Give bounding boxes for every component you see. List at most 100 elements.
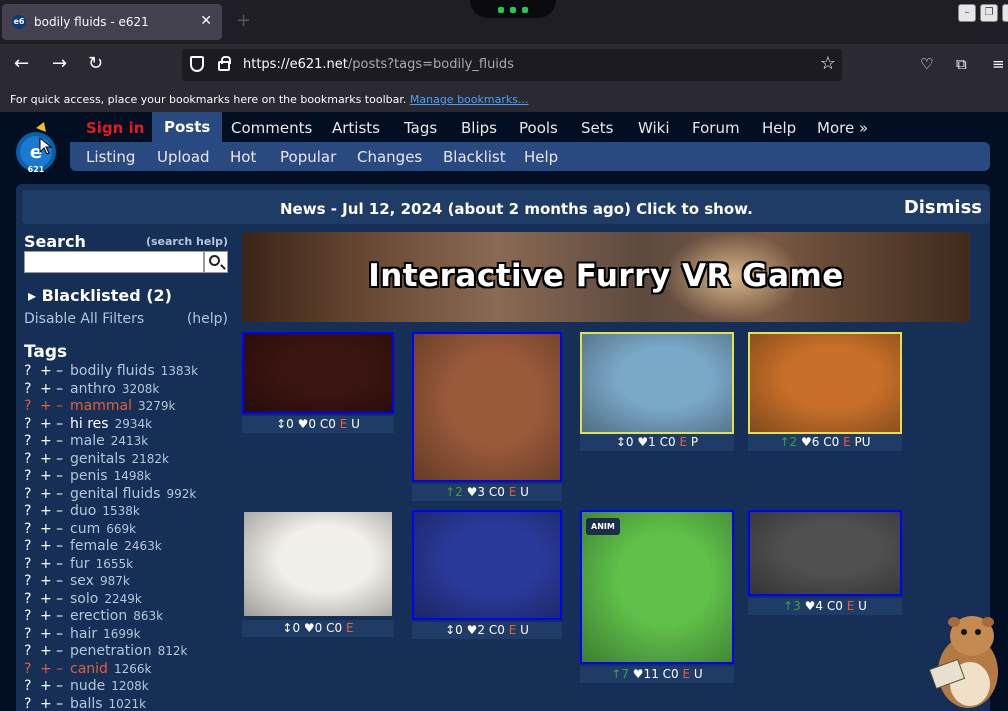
tag-wiki-link[interactable]: ?: [24, 468, 40, 484]
blacklisted-toggle[interactable]: ▸ Blacklisted (2): [28, 286, 172, 305]
post-thumbnail[interactable]: [580, 332, 734, 434]
pocket-icon[interactable]: ♡: [920, 54, 933, 74]
subnav-upload[interactable]: Upload: [157, 148, 210, 166]
tag-add-remove[interactable]: + –: [40, 398, 70, 414]
tag-name-link[interactable]: penis: [70, 468, 108, 484]
post-thumbnail[interactable]: [748, 332, 902, 434]
tag-add-remove[interactable]: + –: [40, 381, 70, 397]
nav-artists[interactable]: Artists: [332, 119, 380, 137]
tag-add-remove[interactable]: + –: [40, 608, 70, 624]
tag-add-remove[interactable]: + –: [40, 643, 70, 659]
e621-logo-icon[interactable]: e 621: [14, 120, 62, 176]
news-message[interactable]: News - Jul 12, 2024 (about 2 months ago)…: [280, 200, 753, 218]
post-image[interactable]: [750, 512, 900, 594]
address-bar[interactable]: https://e621.net/posts?tags=bodily_fluid…: [182, 49, 842, 81]
tag-name-link[interactable]: hair: [70, 626, 97, 642]
news-bar[interactable]: News - Jul 12, 2024 (about 2 months ago)…: [22, 190, 990, 224]
tag-name-link[interactable]: cum: [70, 521, 100, 537]
tag-add-remove[interactable]: + –: [40, 696, 70, 711]
search-button[interactable]: [204, 251, 228, 273]
tag-add-remove[interactable]: + –: [40, 468, 70, 484]
tag-wiki-link[interactable]: ?: [24, 696, 40, 711]
tag-name-link[interactable]: nude: [70, 678, 105, 694]
tag-wiki-link[interactable]: ?: [24, 643, 40, 659]
dismiss-button[interactable]: Dismiss: [904, 197, 982, 218]
post-thumbnail[interactable]: [748, 510, 902, 596]
post-thumbnail[interactable]: [412, 510, 562, 620]
subnav-listing[interactable]: Listing: [86, 148, 135, 166]
subnav-changes[interactable]: Changes: [357, 148, 422, 166]
tag-wiki-link[interactable]: ?: [24, 381, 40, 397]
tag-wiki-link[interactable]: ?: [24, 521, 40, 537]
tag-name-link[interactable]: duo: [70, 503, 96, 519]
tag-name-link[interactable]: genitals: [70, 451, 126, 467]
tag-name-link[interactable]: balls: [70, 696, 103, 711]
tag-name-link[interactable]: anthro: [70, 381, 116, 397]
tag-add-remove[interactable]: + –: [40, 451, 70, 467]
search-help-link[interactable]: (search help): [146, 235, 228, 248]
manage-bookmarks-link[interactable]: Manage bookmarks...: [410, 93, 529, 106]
tag-wiki-link[interactable]: ?: [24, 363, 40, 379]
blacklist-help-link[interactable]: (help): [187, 311, 228, 327]
tag-name-link[interactable]: mammal: [70, 398, 132, 414]
disable-filters-link[interactable]: Disable All Filters: [24, 311, 144, 327]
tag-wiki-link[interactable]: ?: [24, 608, 40, 624]
tag-wiki-link[interactable]: ?: [24, 503, 40, 519]
post-image[interactable]: [244, 334, 392, 412]
tag-add-remove[interactable]: + –: [40, 416, 70, 432]
tab-close-icon[interactable]: ✕: [200, 13, 212, 29]
nav-wiki[interactable]: Wiki: [638, 119, 670, 137]
shield-icon[interactable]: [190, 56, 204, 72]
tag-wiki-link[interactable]: ?: [24, 591, 40, 607]
tag-add-remove[interactable]: + –: [40, 626, 70, 642]
tag-add-remove[interactable]: + –: [40, 521, 70, 537]
restore-icon[interactable]: ❐: [980, 4, 998, 22]
url-text[interactable]: https://e621.net/posts?tags=bodily_fluid…: [243, 57, 514, 72]
tag-add-remove[interactable]: + –: [40, 556, 70, 572]
tag-add-remove[interactable]: + –: [40, 486, 70, 502]
tag-name-link[interactable]: canid: [70, 661, 108, 677]
tag-wiki-link[interactable]: ?: [24, 416, 40, 432]
subnav-popular[interactable]: Popular: [280, 148, 336, 166]
post-image[interactable]: [750, 334, 900, 432]
post-thumbnail[interactable]: [242, 332, 394, 414]
search-input[interactable]: [24, 251, 204, 273]
tag-name-link[interactable]: fur: [70, 556, 90, 572]
tag-name-link[interactable]: erection: [70, 608, 127, 624]
tag-add-remove[interactable]: + –: [40, 538, 70, 554]
forward-icon[interactable]: →: [52, 54, 67, 74]
ad-banner[interactable]: Interactive Furry VR Game: [242, 232, 970, 322]
subnav-blacklist[interactable]: Blacklist: [443, 148, 506, 166]
nav-pools[interactable]: Pools: [519, 119, 558, 137]
tag-add-remove[interactable]: + –: [40, 661, 70, 677]
tag-wiki-link[interactable]: ?: [24, 678, 40, 694]
back-icon[interactable]: ←: [14, 54, 29, 74]
tag-add-remove[interactable]: + –: [40, 678, 70, 694]
tag-add-remove[interactable]: + –: [40, 591, 70, 607]
tag-wiki-link[interactable]: ?: [24, 661, 40, 677]
nav-tags[interactable]: Tags: [404, 119, 437, 137]
tag-name-link[interactable]: male: [70, 433, 105, 449]
nav-sets[interactable]: Sets: [581, 119, 613, 137]
new-tab-icon[interactable]: +: [236, 10, 251, 31]
post-image[interactable]: [414, 512, 560, 618]
tag-wiki-link[interactable]: ?: [24, 433, 40, 449]
nav-more[interactable]: More »: [817, 119, 868, 137]
reload-icon[interactable]: ↻: [88, 54, 103, 74]
tag-wiki-link[interactable]: ?: [24, 626, 40, 642]
extensions-icon[interactable]: ⧉: [956, 54, 967, 74]
post-image[interactable]: [244, 512, 392, 616]
tag-name-link[interactable]: hi res: [70, 416, 109, 432]
post-thumbnail[interactable]: ANIM: [580, 510, 734, 664]
tag-name-link[interactable]: solo: [70, 591, 98, 607]
tag-add-remove[interactable]: + –: [40, 433, 70, 449]
post-thumbnail[interactable]: [242, 510, 394, 618]
tag-add-remove[interactable]: + –: [40, 363, 70, 379]
tag-name-link[interactable]: penetration: [70, 643, 152, 659]
post-image[interactable]: [582, 334, 732, 432]
post-thumbnail[interactable]: [412, 332, 562, 482]
bookmark-star-icon[interactable]: ☆: [820, 53, 836, 74]
tag-name-link[interactable]: female: [70, 538, 118, 554]
subnav-hot[interactable]: Hot: [230, 148, 256, 166]
tag-add-remove[interactable]: + –: [40, 573, 70, 589]
